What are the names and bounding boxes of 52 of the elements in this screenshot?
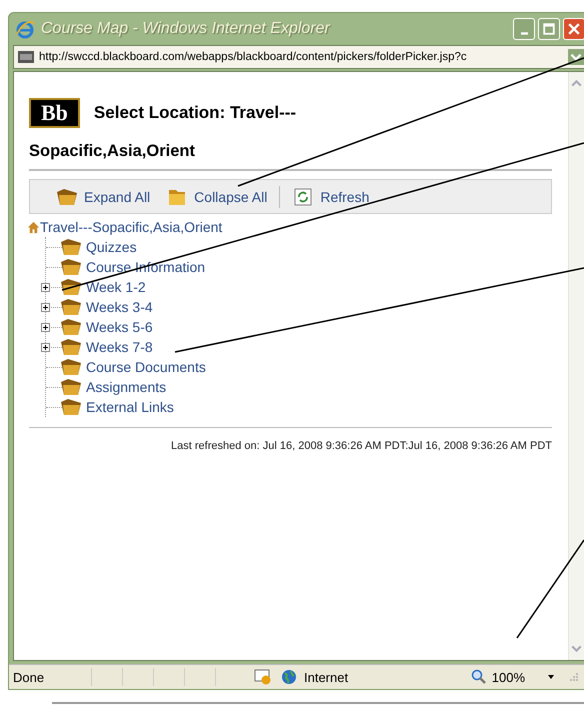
folder-icon <box>60 278 82 296</box>
toolbar-button[interactable]: Refresh <box>288 186 374 206</box>
tree-item-link[interactable]: Weeks 5-6 <box>86 319 153 335</box>
tree-item-link[interactable]: Week 1-2 <box>86 279 146 295</box>
tree-item-link[interactable]: Course Information <box>86 259 206 275</box>
folder-icon <box>60 238 82 256</box>
folder-icon <box>60 258 82 276</box>
security-zone-text: Internet <box>304 670 348 684</box>
tree-item-link[interactable]: Course Documents <box>86 359 206 375</box>
home-icon <box>27 220 40 234</box>
warning-icon <box>254 669 272 685</box>
expand-icon[interactable] <box>41 343 50 352</box>
folder-icon <box>60 298 82 316</box>
zoom-level-text[interactable]: 100% <box>492 670 525 684</box>
folder-icon <box>60 398 82 416</box>
resize-grip-icon[interactable] <box>569 672 579 682</box>
tree-item-link[interactable]: External Links <box>86 399 174 415</box>
tree-item-link[interactable]: Weeks 3-4 <box>86 299 153 315</box>
toolbar-button[interactable]: Expand All <box>52 186 154 206</box>
minimize-icon <box>520 32 528 34</box>
tree-item-link[interactable]: Assignments <box>86 379 166 395</box>
maximize-button[interactable] <box>538 18 560 40</box>
close-button[interactable] <box>563 18 584 40</box>
zoom-icon[interactable] <box>470 669 488 685</box>
close-icon <box>568 23 580 35</box>
site-favicon-icon <box>18 51 34 63</box>
folder-icon <box>60 318 82 336</box>
refresh-icon <box>292 186 314 206</box>
folder-icon <box>60 358 82 376</box>
globe-icon <box>280 669 298 685</box>
dropdown-icon[interactable] <box>568 49 584 65</box>
minimize-button[interactable] <box>513 18 535 40</box>
folder-icon <box>60 338 82 356</box>
expand-icon[interactable] <box>41 303 50 312</box>
tree-item-link[interactable]: Weeks 7-8 <box>86 339 153 355</box>
expand-icon[interactable] <box>41 283 50 292</box>
last-refreshed-text: Last refreshed on: Jul 16, 2008 9:36:26 AM PDT:Jul 16, 2008 9:36:26 AM PDT <box>170 440 552 452</box>
tree-item-link[interactable]: Quizzes <box>86 239 137 255</box>
toolbar-button[interactable]: Collapse All <box>162 186 272 206</box>
logo: Bb <box>29 98 80 128</box>
window-title: Course Map - Windows Internet Explorer <box>41 20 330 38</box>
tree-root-link[interactable]: Travel---Sopacific,Asia,Orient <box>40 219 222 235</box>
status-text: Done <box>13 670 46 684</box>
dropdown-icon[interactable] <box>547 673 555 681</box>
expand-icon[interactable] <box>41 323 50 332</box>
folder-icon <box>60 378 82 396</box>
page-subheading: Sopacific,Asia,Orient <box>29 142 196 161</box>
address-field[interactable]: http://swccd.blackboard.com/webapps/blackboard/content/pickers/folderPicker.jsp?c <box>13 45 584 69</box>
browser-logo-icon <box>15 19 35 39</box>
folder-icon <box>56 186 78 206</box>
page-heading: Select Location: Travel--- <box>94 103 296 123</box>
maximize-icon <box>543 23 555 35</box>
